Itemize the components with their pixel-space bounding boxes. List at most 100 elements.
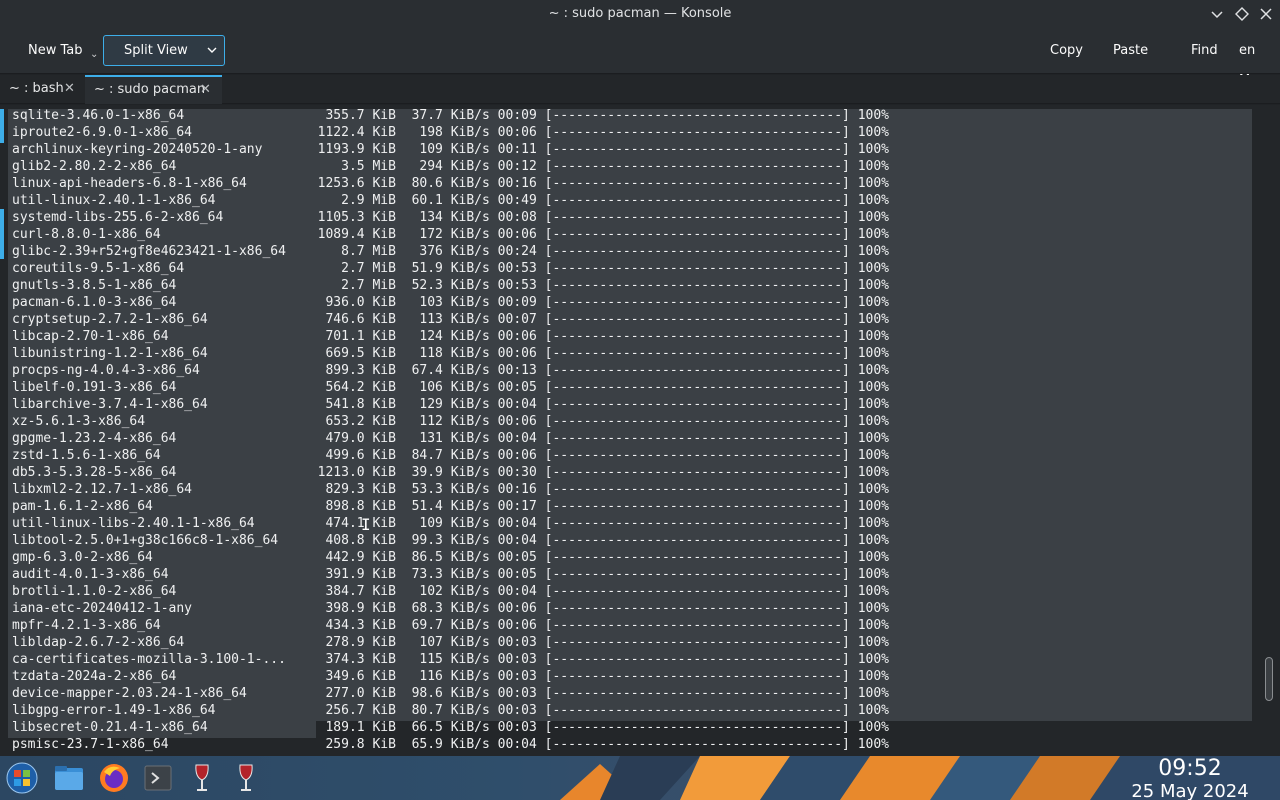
download-progress: 898.8 KiB 51.4 KiB/s 00:17 [------------… <box>302 499 889 514</box>
package-name: iana-etc-20240412-1-any <box>12 601 193 616</box>
download-progress: 8.7 MiB 376 KiB/s 00:24 [---------------… <box>302 244 889 259</box>
package-name: linux-api-headers-6.8-1-x86_64 <box>12 176 247 191</box>
terminal-line: systemd-libs-255.6-2-x86_64 1105.3 KiB 1… <box>12 209 889 226</box>
clock-time: 09:52 <box>1158 756 1222 781</box>
terminal-line: libcap-2.70-1-x86_64 701.1 KiB 124 KiB/s… <box>12 328 889 345</box>
tab-bash[interactable]: ~ : bash ✕ <box>0 75 84 104</box>
package-name: libxml2-2.12.7-1-x86_64 <box>12 482 193 497</box>
package-name: libgpg-error-1.49-1-x86_64 <box>12 703 216 718</box>
download-progress: 669.5 KiB 118 KiB/s 00:06 [-------------… <box>302 346 889 361</box>
download-progress: 2.7 MiB 52.3 KiB/s 00:53 [--------------… <box>302 278 889 293</box>
terminal-line: glib2-2.80.2-2-x86_64 3.5 MiB 294 KiB/s … <box>12 158 889 175</box>
file-manager-icon[interactable] <box>53 762 85 794</box>
package-name: libunistring-1.2-1-x86_64 <box>12 346 208 361</box>
close-tab-icon[interactable]: ✕ <box>200 77 211 102</box>
terminal-line: archlinux-keyring-20240520-1-any 1193.9 … <box>12 141 889 158</box>
terminal-line: audit-4.0.1-3-x86_64 391.9 KiB 73.3 KiB/… <box>12 566 889 583</box>
tab-label: ~ : sudo pacman <box>94 82 206 97</box>
package-name: gmp-6.3.0-2-x86_64 <box>12 550 153 565</box>
terminal-line: iproute2-6.9.0-1-x86_64 1122.4 KiB 198 K… <box>12 124 889 141</box>
close-button[interactable] <box>1256 4 1276 24</box>
firefox-icon[interactable] <box>98 762 130 794</box>
package-name: gpgme-1.23.2-4-x86_64 <box>12 431 177 446</box>
package-name: libcap-2.70-1-x86_64 <box>12 329 169 344</box>
download-progress: 398.9 KiB 68.3 KiB/s 00:06 [------------… <box>302 601 889 616</box>
scroll-marker <box>0 209 4 259</box>
download-progress: 746.6 KiB 113 KiB/s 00:07 [-------------… <box>302 312 889 327</box>
wine-glass-icon[interactable] <box>186 762 218 794</box>
terminal-view[interactable]: sqlite-3.46.0-1-x86_64 355.7 KiB 37.7 Ki… <box>0 105 1280 756</box>
terminal-line: libunistring-1.2-1-x86_64 669.5 KiB 118 … <box>12 345 889 362</box>
package-name: libsecret-0.21.4-1-x86_64 <box>12 720 208 735</box>
download-progress: 391.9 KiB 73.3 KiB/s 00:05 [------------… <box>302 567 889 582</box>
open-menu-button[interactable]: en Me <box>1229 36 1280 88</box>
terminal-line: libelf-0.191-3-x86_64 564.2 KiB 106 KiB/… <box>12 379 889 396</box>
terminal-line: mpfr-4.2.1-3-x86_64 434.3 KiB 69.7 KiB/s… <box>12 617 889 634</box>
minimize-button[interactable] <box>1207 4 1227 24</box>
package-name: util-linux-libs-2.40.1-1-x86_64 <box>12 516 255 531</box>
copy-button[interactable]: Copy <box>1040 36 1093 66</box>
download-progress: 1105.3 KiB 134 KiB/s 00:08 [------------… <box>302 210 889 225</box>
terminal-line: libsecret-0.21.4-1-x86_64 189.1 KiB 66.5… <box>12 719 889 736</box>
scroll-marker <box>0 109 4 143</box>
terminal-line: util-linux-2.40.1-1-x86_64 2.9 MiB 60.1 … <box>12 192 889 209</box>
download-progress: 1122.4 KiB 198 KiB/s 00:06 [------------… <box>302 125 889 140</box>
konsole-icon[interactable] <box>142 762 174 794</box>
download-progress: 278.9 KiB 107 KiB/s 00:03 [-------------… <box>302 635 889 650</box>
terminal-line: libgpg-error-1.49-1-x86_64 256.7 KiB 80.… <box>12 702 889 719</box>
package-name: audit-4.0.1-3-x86_64 <box>12 567 169 582</box>
package-name: libelf-0.191-3-x86_64 <box>12 380 177 395</box>
terminal-line: procps-ng-4.0.4-3-x86_64 899.3 KiB 67.4 … <box>12 362 889 379</box>
close-tab-icon[interactable]: ✕ <box>64 75 75 103</box>
split-view-button[interactable]: Split View <box>103 35 225 66</box>
maximize-button[interactable] <box>1232 4 1252 24</box>
terminal-output[interactable]: sqlite-3.46.0-1-x86_64 355.7 KiB 37.7 Ki… <box>12 107 889 753</box>
package-name: tzdata-2024a-2-x86_64 <box>12 669 177 684</box>
terminal-line: libarchive-3.7.4-1-x86_64 541.8 KiB 129 … <box>12 396 889 413</box>
tab-sudo-pacman[interactable]: ~ : sudo pacman ✕ <box>85 75 222 104</box>
terminal-line: db5.3-5.3.28-5-x86_64 1213.0 KiB 39.9 Ki… <box>12 464 889 481</box>
download-progress: 1253.6 KiB 80.6 KiB/s 00:16 [-----------… <box>302 176 889 191</box>
paste-button[interactable]: Paste <box>1103 36 1158 66</box>
download-progress: 189.1 KiB 66.5 KiB/s 00:03 [------------… <box>302 720 889 735</box>
terminal-line: coreutils-9.5-1-x86_64 2.7 MiB 51.9 KiB/… <box>12 260 889 277</box>
download-progress: 541.8 KiB 129 KiB/s 00:04 [-------------… <box>302 397 889 412</box>
scrollbar-handle[interactable] <box>1265 657 1273 701</box>
split-view-label: Split View <box>124 43 188 58</box>
download-progress: 1193.9 KiB 109 KiB/s 00:11 [------------… <box>302 142 889 157</box>
download-progress: 701.1 KiB 124 KiB/s 00:06 [-------------… <box>302 329 889 344</box>
download-progress: 1089.4 KiB 172 KiB/s 00:06 [------------… <box>302 227 889 242</box>
download-progress: 829.3 KiB 53.3 KiB/s 00:16 [------------… <box>302 482 889 497</box>
new-tab-menu-arrow[interactable]: ⌄ <box>86 40 102 70</box>
package-name: curl-8.8.0-1-x86_64 <box>12 227 161 242</box>
package-name: coreutils-9.5-1-x86_64 <box>12 261 185 276</box>
download-progress: 259.8 KiB 65.9 KiB/s 00:04 [------------… <box>302 737 889 752</box>
close-icon <box>1260 8 1272 20</box>
wine-glass-icon[interactable] <box>230 762 262 794</box>
terminal-line: ca-certificates-mozilla-3.100-1-... 374.… <box>12 651 889 668</box>
diamond-icon <box>1235 7 1249 21</box>
package-name: glib2-2.80.2-2-x86_64 <box>12 159 177 174</box>
download-progress: 384.7 KiB 102 KiB/s 00:04 [-------------… <box>302 584 889 599</box>
terminal-line: gmp-6.3.0-2-x86_64 442.9 KiB 86.5 KiB/s … <box>12 549 889 566</box>
download-progress: 564.2 KiB 106 KiB/s 00:05 [-------------… <box>302 380 889 395</box>
terminal-line: curl-8.8.0-1-x86_64 1089.4 KiB 172 KiB/s… <box>12 226 889 243</box>
start-menu-icon[interactable] <box>6 762 38 794</box>
terminal-line: xz-5.6.1-3-x86_64 653.2 KiB 112 KiB/s 00… <box>12 413 889 430</box>
terminal-line: libxml2-2.12.7-1-x86_64 829.3 KiB 53.3 K… <box>12 481 889 498</box>
package-name: sqlite-3.46.0-1-x86_64 <box>12 108 185 123</box>
find-button[interactable]: Find <box>1181 36 1228 66</box>
ibeam-cursor-icon: I <box>361 516 371 534</box>
window-titlebar[interactable]: ~ : sudo pacman — Konsole <box>0 0 1280 28</box>
toolbar: New Tab ⌄ Split View Copy Paste Find en … <box>0 28 1280 88</box>
new-tab-button[interactable]: New Tab <box>18 36 93 66</box>
download-progress: 349.6 KiB 116 KiB/s 00:03 [-------------… <box>302 669 889 684</box>
terminal-line: psmisc-23.7-1-x86_64 259.8 KiB 65.9 KiB/… <box>12 736 889 753</box>
chevron-down-icon: ⌄ <box>90 49 99 60</box>
download-progress: 2.7 MiB 51.9 KiB/s 00:53 [--------------… <box>302 261 889 276</box>
download-progress: 2.9 MiB 60.1 KiB/s 00:49 [--------------… <box>302 193 889 208</box>
tab-label: ~ : bash <box>9 81 64 96</box>
digital-clock[interactable]: 09:52 25 May 2024 <box>1120 756 1260 800</box>
download-progress: 355.7 KiB 37.7 KiB/s 00:09 [------------… <box>302 108 889 123</box>
terminal-line: sqlite-3.46.0-1-x86_64 355.7 KiB 37.7 Ki… <box>12 107 889 124</box>
